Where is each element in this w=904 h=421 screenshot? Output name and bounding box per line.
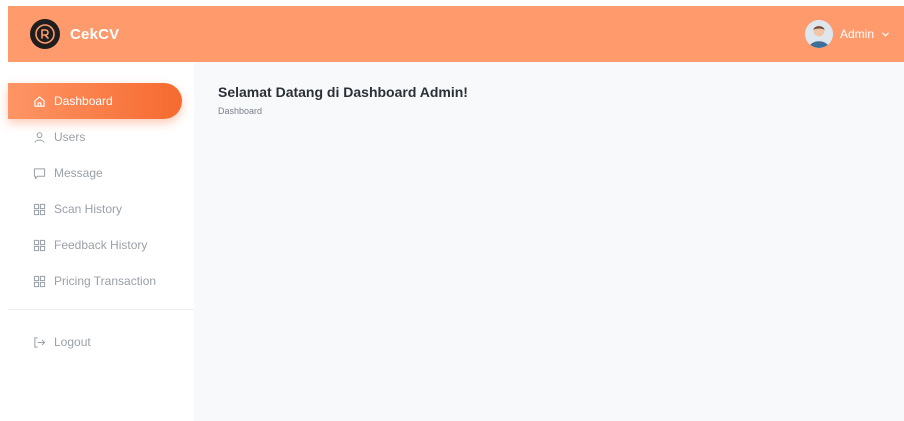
message-icon [32, 166, 46, 180]
breadcrumb[interactable]: Dashboard [218, 106, 468, 116]
sidebar-item-label: Message [54, 166, 103, 180]
sidebar-item-scan-history[interactable]: Scan History [8, 191, 182, 227]
sidebar-item-message[interactable]: Message [8, 155, 182, 191]
logout-icon [32, 335, 46, 349]
brand[interactable]: CekCV [30, 19, 119, 49]
grid-icon [32, 202, 46, 216]
sidebar-item-label: Users [54, 130, 86, 144]
main-content: Selamat Datang di Dashboard Admin! Dashb… [218, 84, 468, 116]
app-frame: CekCV Admin Dashboard Users Message Scan… [8, 6, 904, 421]
user-menu[interactable]: Admin [804, 20, 890, 48]
grid-icon [32, 238, 46, 252]
top-bar: CekCV Admin [8, 6, 904, 62]
avatar [804, 20, 833, 48]
sidebar-item-label: Scan History [54, 202, 123, 216]
user-name: Admin [839, 27, 874, 41]
sidebar-item-label: Dashboard [54, 94, 113, 108]
sidebar-item-users[interactable]: Users [8, 119, 182, 155]
sidebar-item-dashboard[interactable]: Dashboard [8, 83, 182, 119]
sidebar-item-pricing-transaction[interactable]: Pricing Transaction [8, 263, 182, 299]
grid-icon [32, 274, 46, 288]
sidebar-divider [8, 309, 194, 310]
chevron-down-icon [881, 30, 890, 39]
sidebar: Dashboard Users Message Scan History Fee… [8, 62, 194, 421]
sidebar-item-label: Feedback History [54, 238, 148, 252]
brand-logo-icon [30, 19, 60, 49]
sidebar-item-label: Pricing Transaction [54, 274, 157, 288]
home-icon [32, 94, 46, 108]
user-icon [32, 130, 46, 144]
sidebar-item-feedback-history[interactable]: Feedback History [8, 227, 182, 263]
page-title: Selamat Datang di Dashboard Admin! [218, 84, 468, 100]
sidebar-item-label: Logout [54, 335, 91, 349]
brand-name: CekCV [70, 25, 120, 43]
sidebar-nav: Dashboard Users Message Scan History Fee… [8, 62, 194, 360]
sidebar-item-logout[interactable]: Logout [8, 324, 182, 360]
